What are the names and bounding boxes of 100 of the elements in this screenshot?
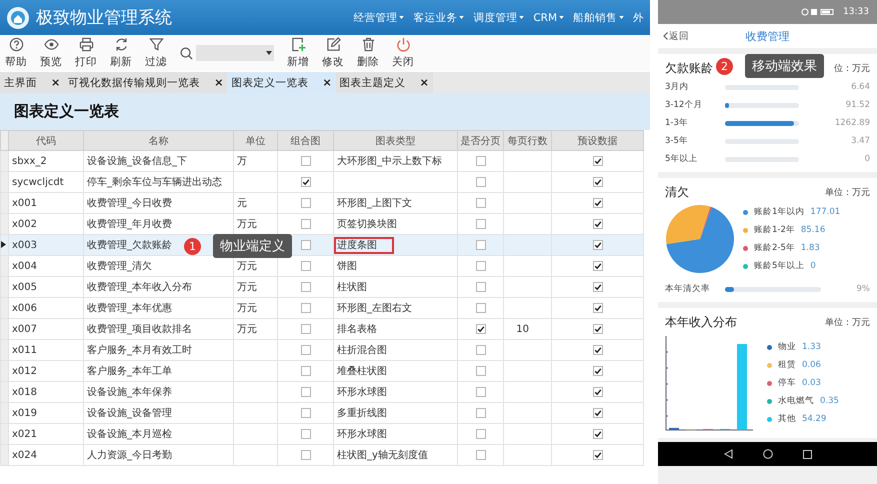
checkbox[interactable] <box>476 240 486 250</box>
checkbox[interactable] <box>476 260 486 271</box>
menu-item[interactable]: CRM <box>533 12 564 24</box>
tab-label[interactable]: 可视化数据传输规则一览表 <box>68 76 200 90</box>
eye-icon <box>44 37 58 52</box>
search-field[interactable] <box>196 45 274 61</box>
toolbar-button[interactable]: 删除 <box>357 37 379 69</box>
checkbox[interactable] <box>592 302 602 313</box>
checkbox[interactable] <box>300 386 310 397</box>
back-button[interactable]: 返回 <box>663 30 689 42</box>
checkbox[interactable] <box>300 198 310 208</box>
toolbar-button[interactable]: 过滤 <box>145 37 167 69</box>
checkbox[interactable] <box>592 324 602 334</box>
menu-item[interactable]: 经营管理 <box>353 10 404 24</box>
toolbar-button[interactable]: 帮助 <box>5 37 27 69</box>
legend-value: 0 <box>810 261 816 271</box>
checkbox[interactable] <box>300 240 310 250</box>
checkbox[interactable] <box>592 386 602 397</box>
checkbox[interactable] <box>592 366 602 376</box>
checkbox[interactable] <box>476 324 486 334</box>
checkbox[interactable] <box>476 428 486 439</box>
tab-label[interactable]: 图表定义一览表 <box>231 76 308 90</box>
search-icon <box>180 46 193 60</box>
toolbar-button[interactable]: 打印 <box>75 37 97 69</box>
column-header[interactable]: 每页行数 <box>504 130 552 150</box>
table-cell: x005 <box>8 276 84 298</box>
menu-item[interactable]: 船舶销售 <box>573 10 624 24</box>
checkbox[interactable] <box>476 344 486 355</box>
tab[interactable]: 可视化数据传输规则一览表 × <box>64 72 228 93</box>
checkbox[interactable] <box>300 302 310 313</box>
checkbox[interactable] <box>300 156 310 166</box>
checkbox[interactable] <box>300 344 310 355</box>
checkbox[interactable] <box>476 302 486 313</box>
menu-item[interactable]: 调度管理 <box>473 10 524 24</box>
checkbox[interactable] <box>592 344 602 355</box>
checkbox[interactable] <box>300 450 310 460</box>
column-header[interactable]: 预设数据 <box>552 130 644 150</box>
toolbar-button[interactable]: 修改 <box>322 37 344 69</box>
toolbar-button[interactable]: 关闭 <box>392 37 414 69</box>
tab[interactable]: 主界面 × <box>0 72 64 93</box>
close-icon[interactable]: × <box>51 76 60 89</box>
checkbox[interactable] <box>476 282 486 292</box>
checkbox[interactable] <box>300 260 310 271</box>
close-icon[interactable]: × <box>214 76 224 89</box>
column-header[interactable]: 单位 <box>234 130 278 150</box>
row-label: 3月内 <box>665 81 690 93</box>
checkbox[interactable] <box>300 366 310 376</box>
toolbar-button[interactable]: 预览 <box>40 37 62 69</box>
checkbox[interactable] <box>476 450 486 460</box>
home-nav-button[interactable] <box>762 449 772 459</box>
checkbox[interactable] <box>476 198 486 208</box>
close-icon[interactable]: × <box>420 76 429 89</box>
column-header[interactable]: 是否分页 <box>458 130 504 150</box>
unit-label: 位：万元 <box>834 62 870 74</box>
tab-label[interactable]: 主界面 <box>4 76 37 90</box>
checkbox[interactable] <box>300 324 310 334</box>
checkbox[interactable] <box>300 218 310 229</box>
tab[interactable]: 图表定义一览表 × <box>227 72 336 93</box>
checkbox[interactable] <box>592 198 602 208</box>
tab[interactable]: 图表主题定义 × <box>336 72 433 93</box>
table-cell: 饼图 <box>337 261 357 272</box>
checkbox[interactable] <box>592 156 602 166</box>
checkbox[interactable] <box>300 282 310 292</box>
table-cell: 环形水球图 <box>337 429 387 440</box>
screen-title: 收费管理 <box>746 28 790 44</box>
checkbox[interactable] <box>476 366 486 376</box>
checkbox[interactable] <box>592 176 602 187</box>
column-header[interactable]: 代码 <box>8 130 84 150</box>
menu-item[interactable]: 客运业务 <box>413 10 464 24</box>
recents-nav-button[interactable] <box>802 450 812 458</box>
checkbox[interactable] <box>592 408 602 418</box>
table-cell: x018 <box>8 382 84 402</box>
column-header[interactable]: 图表类型 <box>334 130 458 150</box>
column-header[interactable]: 组合图 <box>278 130 334 150</box>
checkbox[interactable] <box>300 428 310 439</box>
legend-value: 0.03 <box>802 378 821 388</box>
back-nav-button[interactable] <box>724 449 732 459</box>
checkbox[interactable] <box>476 218 486 229</box>
table-cell: x006 <box>8 298 84 318</box>
checkbox[interactable] <box>592 218 602 229</box>
checkbox[interactable] <box>476 176 486 187</box>
checkbox[interactable] <box>476 408 486 418</box>
checkbox[interactable] <box>476 386 486 397</box>
checkbox[interactable] <box>300 176 310 187</box>
tab-label[interactable]: 图表主题定义 <box>340 76 406 90</box>
column-header[interactable]: 名称 <box>84 130 234 150</box>
menu-item[interactable]: 外 <box>633 10 644 24</box>
dropdown-icon[interactable] <box>266 51 272 55</box>
toolbar-button[interactable]: 新增 <box>287 37 309 69</box>
checkbox[interactable] <box>592 282 602 292</box>
toolbar-button[interactable]: 刷新 <box>110 37 132 69</box>
section-title: 清欠 <box>665 184 689 200</box>
checkbox[interactable] <box>300 408 310 418</box>
checkbox[interactable] <box>476 156 486 166</box>
checkbox[interactable] <box>592 240 602 250</box>
table-cell: x004 <box>8 256 84 276</box>
checkbox[interactable] <box>592 260 602 271</box>
checkbox[interactable] <box>592 428 602 439</box>
close-icon[interactable]: × <box>322 76 332 89</box>
checkbox[interactable] <box>592 450 602 460</box>
